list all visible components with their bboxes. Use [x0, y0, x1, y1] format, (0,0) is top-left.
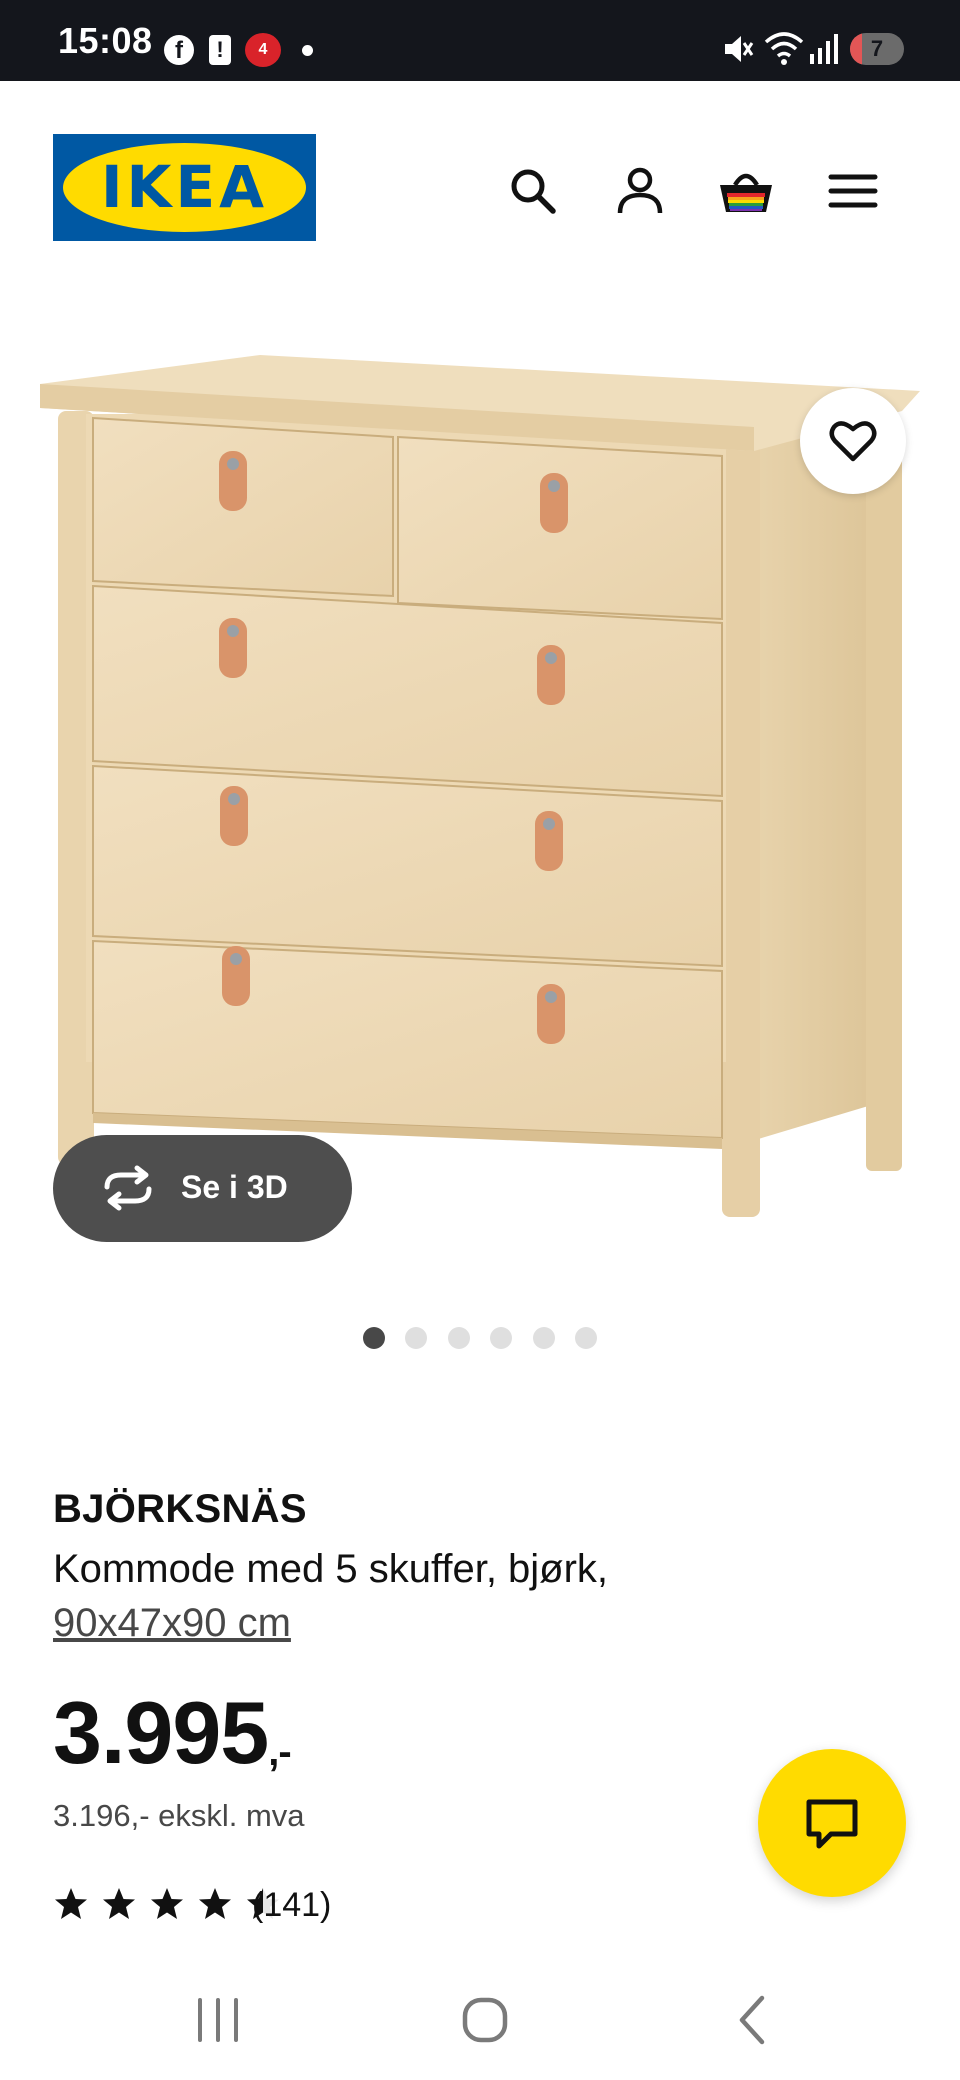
favorite-button[interactable]	[800, 388, 906, 494]
ikea-logo[interactable]: IKEA	[53, 134, 316, 241]
site-header: IKEA	[0, 81, 960, 251]
carousel-dot[interactable]	[448, 1327, 470, 1349]
carousel-dot[interactable]	[363, 1327, 385, 1349]
carousel-dot[interactable]	[533, 1327, 555, 1349]
product-description: Kommode med 5 skuffer, bjørk,	[53, 1547, 609, 1591]
alert-icon: !	[209, 35, 231, 65]
product-name: BJÖRKSNÄS	[53, 1487, 307, 1531]
rotate-3d-icon	[104, 1165, 152, 1211]
battery-level: 7	[870, 36, 884, 61]
heart-icon	[829, 421, 877, 462]
star-full-icon	[103, 1888, 135, 1919]
carousel-dot[interactable]	[575, 1327, 597, 1349]
menu-icon[interactable]	[825, 163, 881, 219]
star-full-icon	[151, 1888, 183, 1919]
status-bar: 15:08 f ! 4 7	[0, 0, 960, 81]
product-image-gallery[interactable]: Se i 3D	[0, 251, 960, 1291]
system-navigation-bar	[0, 1960, 960, 2080]
price-suffix: ,-	[268, 1730, 291, 1774]
search-icon[interactable]	[505, 163, 561, 219]
product-price: 3.995,-	[53, 1683, 292, 1802]
wifi-icon	[764, 32, 804, 65]
carousel-dot[interactable]	[490, 1327, 512, 1349]
battery-icon: 7	[850, 33, 904, 65]
logo-text: IKEA	[100, 153, 269, 221]
notification-badge: 4	[245, 33, 281, 67]
home-icon[interactable]	[453, 1988, 517, 2052]
carousel-dot[interactable]	[405, 1327, 427, 1349]
mute-icon	[725, 36, 754, 62]
product-size-link[interactable]: 90x47x90 cm	[53, 1596, 291, 1650]
view-3d-label: Se i 3D	[181, 1169, 288, 1205]
chat-button[interactable]	[758, 1749, 906, 1897]
facebook-icon: f	[164, 35, 194, 65]
more-notifications-dot	[302, 45, 313, 56]
recent-apps-icon[interactable]	[186, 1988, 250, 2052]
account-icon[interactable]	[612, 163, 668, 219]
back-icon[interactable]	[722, 1988, 786, 2052]
star-full-icon	[199, 1888, 231, 1919]
basket-icon[interactable]	[718, 163, 774, 219]
star-full-icon	[55, 1888, 87, 1919]
rating-count[interactable]: (141)	[252, 1886, 331, 1925]
status-time: 15:08	[58, 20, 153, 61]
price-ex-vat: 3.196,- ekskl. mva	[53, 1798, 305, 1833]
price-main: 3.995	[53, 1683, 269, 1782]
view-3d-button[interactable]: Se i 3D	[53, 1135, 352, 1242]
signal-icon	[810, 34, 838, 64]
chat-icon	[806, 1799, 858, 1849]
